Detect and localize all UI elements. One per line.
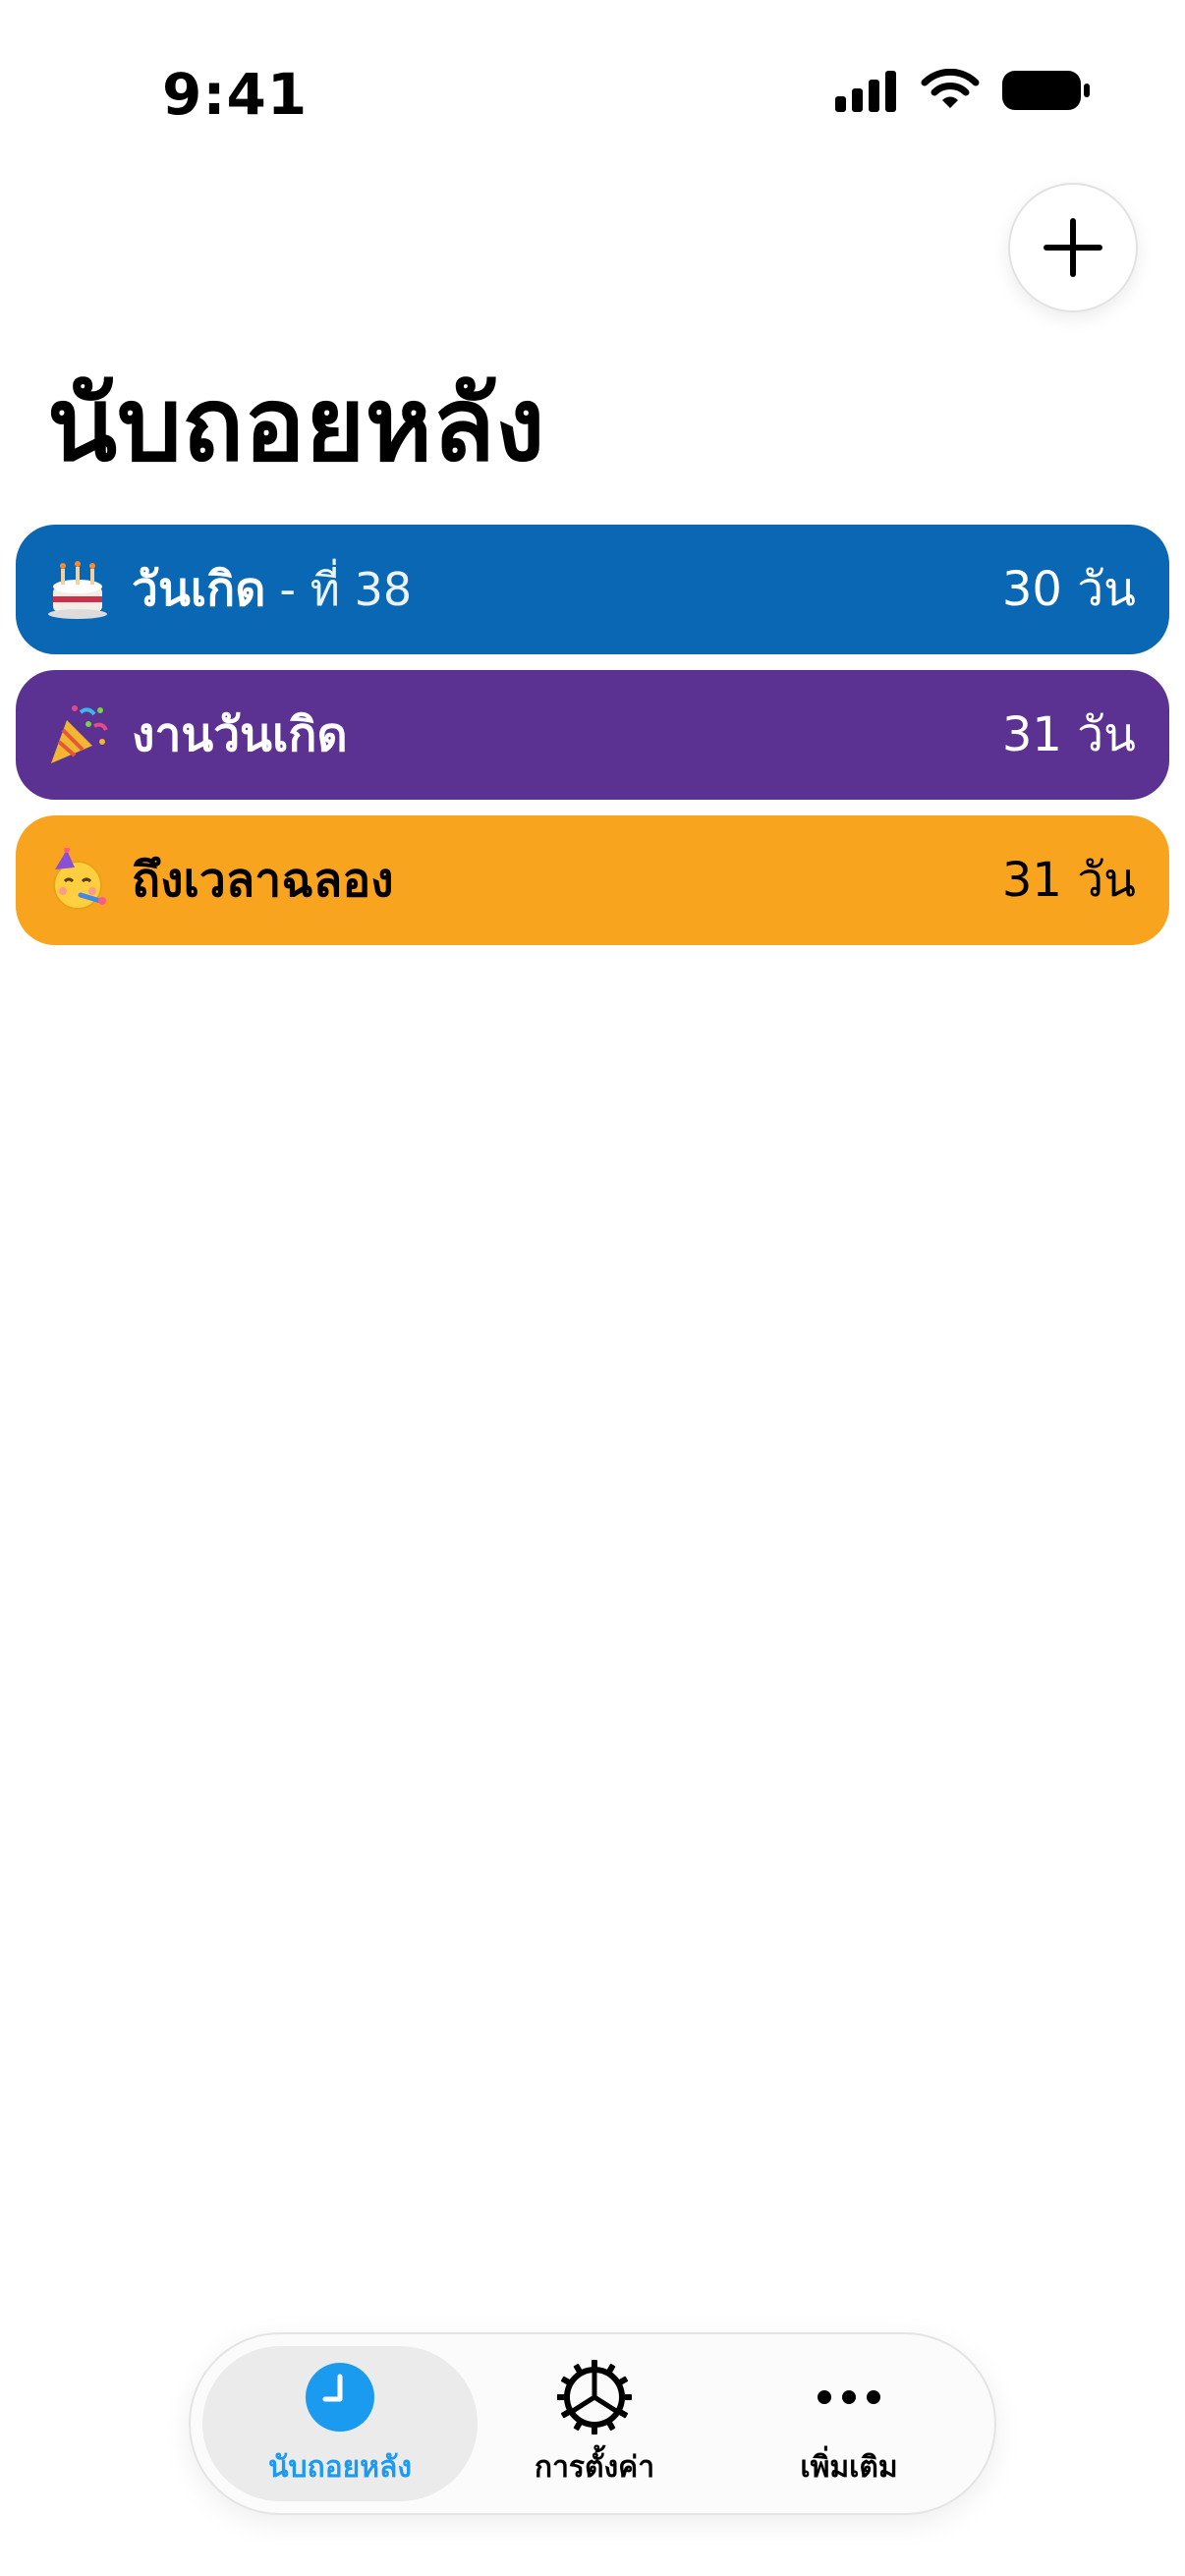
countdown-title: ถึงเวลาฉลอง xyxy=(132,853,394,908)
tab-label: เพิ่มเติม xyxy=(800,2449,898,2485)
countdown-days: 30 วัน xyxy=(1001,562,1136,617)
countdown-days: 31 วัน xyxy=(1001,853,1136,908)
tab-label: การตั้งค่า xyxy=(534,2449,655,2485)
countdown-list: วันเกิด - ที่ 38 30 วัน งานวันเกิด 31 วั… xyxy=(16,525,1169,961)
page-title: นับถอยหลัง xyxy=(47,364,545,484)
status-time: 9:41 xyxy=(162,61,309,128)
tab-settings[interactable]: การตั้งค่า xyxy=(457,2346,732,2501)
status-icons xyxy=(835,69,1091,112)
countdown-days: 31 วัน xyxy=(1001,707,1136,762)
tab-countdown[interactable]: นับถอยหลัง xyxy=(202,2346,478,2501)
add-countdown-button[interactable] xyxy=(1008,183,1138,312)
countdown-row-birthday[interactable]: วันเกิด - ที่ 38 30 วัน xyxy=(16,525,1169,654)
more-dots-icon xyxy=(810,2358,888,2436)
clock-icon xyxy=(301,2358,379,2436)
countdown-screen: 9:41 นับถอยหลัง วันเกิด - ที่ 38 30 วัน … xyxy=(0,0,1185,2576)
cellular-signal-icon xyxy=(835,71,896,112)
wifi-icon xyxy=(921,69,980,108)
countdown-subtitle: - ที่ 38 xyxy=(279,562,413,616)
tab-label: นับถอยหลัง xyxy=(267,2449,413,2485)
party-popper-icon xyxy=(51,705,108,763)
countdown-title: งานวันเกิด xyxy=(132,707,348,762)
tab-bar: นับถอยหลัง การตั้งค่า เพิ่มเติม xyxy=(189,2332,996,2515)
battery-icon xyxy=(1002,71,1090,110)
plus-icon xyxy=(1044,218,1102,277)
tab-more[interactable]: เพิ่มเติม xyxy=(711,2346,987,2501)
countdown-title: วันเกิด xyxy=(132,562,266,617)
countdown-row-birthday-party[interactable]: งานวันเกิด 31 วัน xyxy=(16,670,1169,800)
gear-icon xyxy=(555,2358,634,2436)
partying-face-icon xyxy=(53,848,106,910)
countdown-row-celebration[interactable]: ถึงเวลาฉลอง 31 วัน xyxy=(16,815,1169,945)
birthday-cake-icon xyxy=(48,561,107,619)
